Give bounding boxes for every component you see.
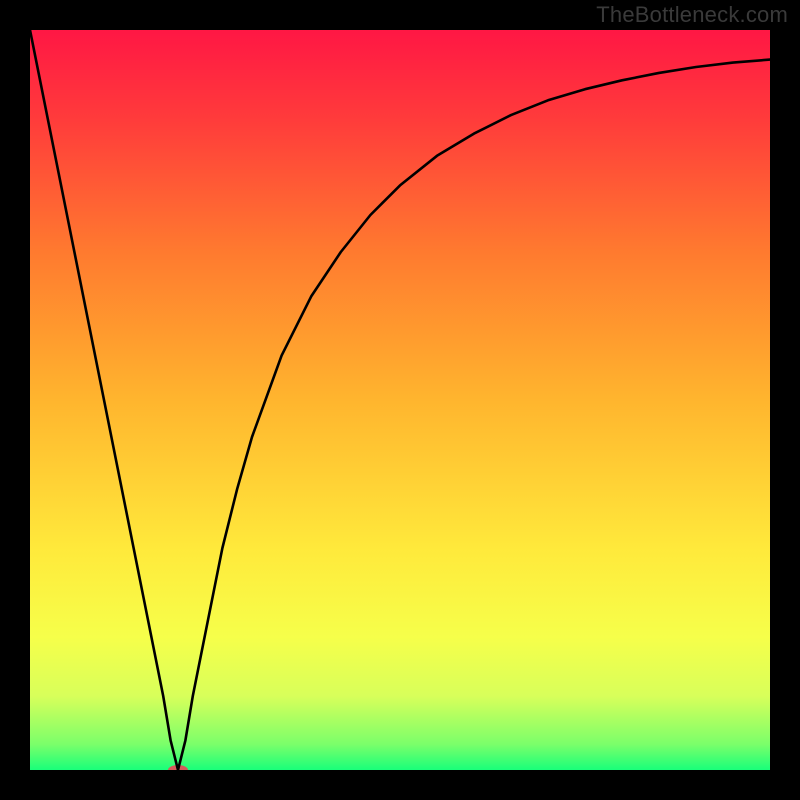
- gradient-background: [30, 30, 770, 770]
- plot-area: [30, 30, 770, 770]
- chart-container: TheBottleneck.com: [0, 0, 800, 800]
- watermark-text: TheBottleneck.com: [596, 2, 788, 28]
- chart-svg: [30, 30, 770, 770]
